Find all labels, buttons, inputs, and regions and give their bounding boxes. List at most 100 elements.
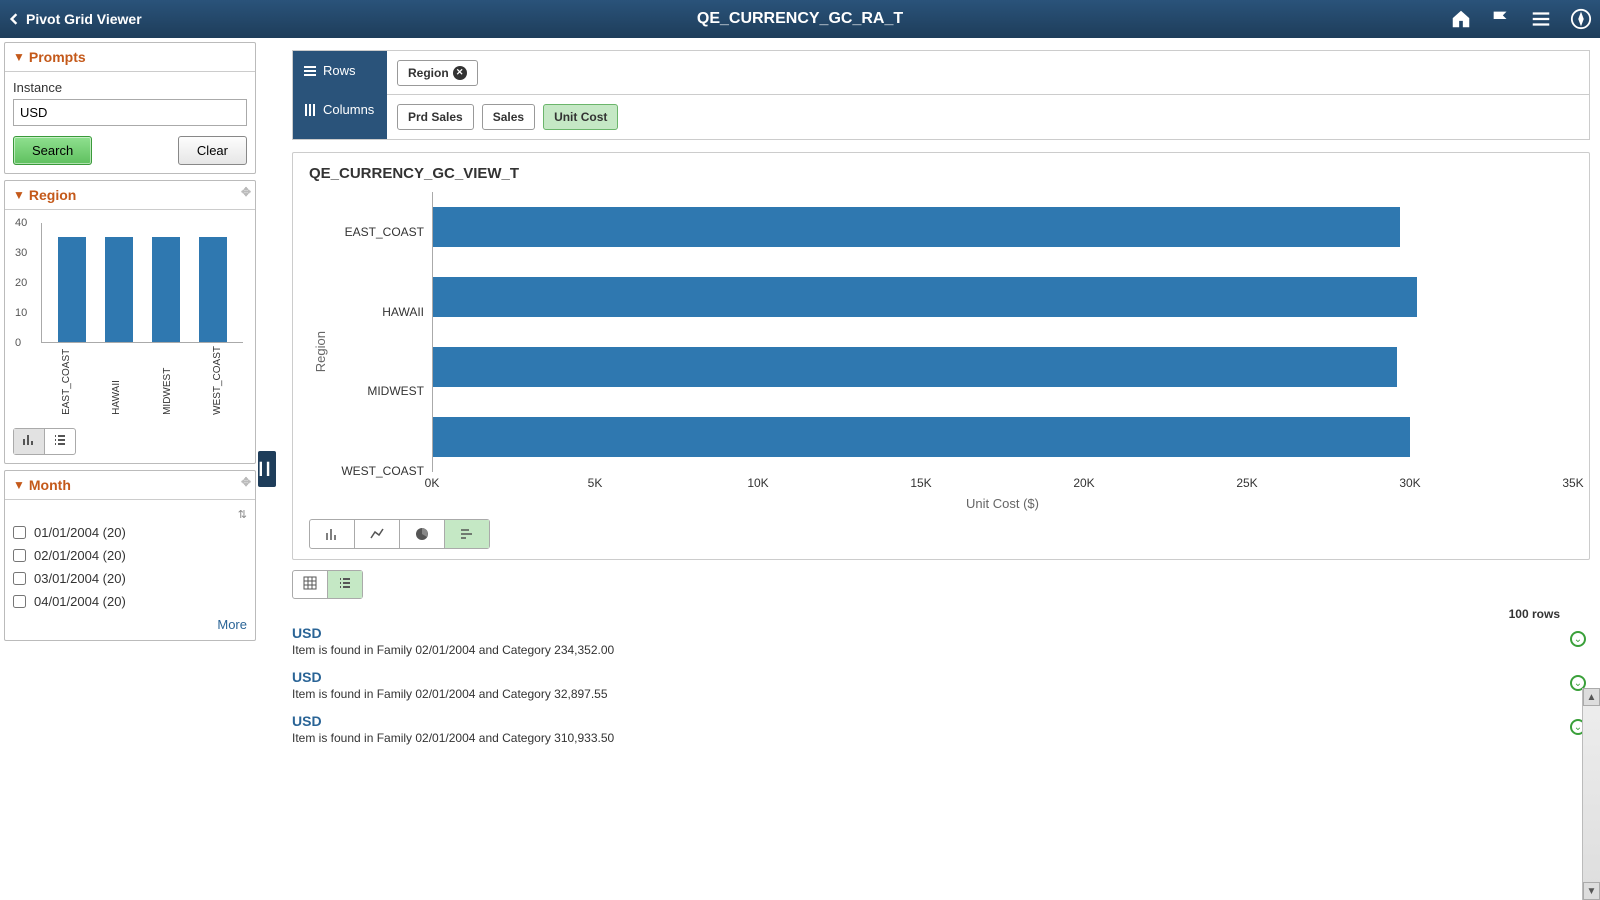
chip-label: Region — [408, 66, 449, 80]
sort-icon[interactable]: ⇅ — [13, 508, 247, 521]
results-grid-view[interactable] — [293, 571, 328, 598]
result-title-link[interactable]: USD — [292, 669, 1560, 685]
back-button[interactable]: Pivot Grid Viewer — [8, 11, 142, 27]
mini-chart-list-btn[interactable] — [45, 429, 75, 454]
column-chip[interactable]: Unit Cost — [543, 104, 618, 130]
month-checkbox-row[interactable]: 03/01/2004 (20) — [13, 567, 247, 590]
result-expand-icon[interactable]: ⌄ — [1570, 631, 1586, 647]
result-row: USD Item is found in Family 02/01/2004 an… — [292, 621, 1590, 665]
search-button[interactable]: Search — [13, 136, 92, 165]
clear-button[interactable]: Clear — [178, 136, 247, 165]
menu-icon[interactable] — [1530, 8, 1552, 30]
top-bar: Pivot Grid Viewer QE_CURRENCY_GC_RA_T — [0, 0, 1600, 38]
mini-chart-toggle — [13, 428, 76, 455]
main-chart-card: QE_CURRENCY_GC_VIEW_T Region EAST_COASTH… — [292, 152, 1590, 560]
chart-x-tick: 0K — [425, 476, 440, 490]
chart-bar[interactable] — [433, 417, 1410, 457]
chart-bar[interactable] — [433, 207, 1400, 247]
scroll-down-icon[interactable]: ▼ — [1583, 882, 1600, 900]
chart-category-label: MIDWEST — [332, 360, 424, 422]
column-chip[interactable]: Prd Sales — [397, 104, 474, 130]
mini-y-tick: 0 — [15, 337, 21, 349]
region-mini-chart: 403020100 EAST_COASTHAWAIIMIDWESTWEST_CO… — [13, 218, 247, 358]
chart-y-axis-label: Region — [309, 331, 332, 372]
mini-y-tick: 10 — [15, 307, 27, 319]
results-scrollbar[interactable]: ▲ ▼ — [1582, 688, 1600, 900]
rows-icon — [303, 64, 317, 78]
chart-x-tick: 20K — [1073, 476, 1094, 490]
chart-type-hbar[interactable] — [445, 520, 489, 548]
month-checkbox-row[interactable]: 01/01/2004 (20) — [13, 521, 247, 544]
mini-y-tick: 40 — [15, 217, 27, 229]
result-description: Item is found in Family 02/01/2004 and C… — [292, 731, 1560, 745]
month-panel: ▼ Month ✥ ⇅ 01/01/2004 (20)02/01/2004 (2… — [4, 470, 256, 641]
caret-down-icon: ▼ — [13, 478, 25, 492]
result-title-link[interactable]: USD — [292, 625, 1560, 641]
month-more-link[interactable]: More — [13, 613, 247, 632]
result-description: Item is found in Family 02/01/2004 and C… — [292, 687, 1560, 701]
column-chip[interactable]: Sales — [482, 104, 535, 130]
chip-remove-icon[interactable]: ✕ — [453, 66, 467, 80]
dimension-selector: Rows Columns Region ✕ Prd Sales Sales Unit … — [292, 50, 1590, 140]
chart-x-tick: 15K — [910, 476, 931, 490]
chart-bar[interactable] — [433, 347, 1397, 387]
sidebar: ▼ Prompts Instance Search Clear ▼ Region… — [0, 38, 260, 900]
results-list-view[interactable] — [328, 571, 362, 598]
results-view-toggle — [292, 570, 363, 599]
chevron-left-icon — [8, 13, 20, 25]
month-label: 03/01/2004 (20) — [34, 571, 126, 586]
move-icon[interactable]: ✥ — [241, 475, 251, 489]
region-header[interactable]: ▼ Region ✥ — [5, 181, 255, 210]
sidebar-collapse-button[interactable]: ▎▎ — [258, 451, 276, 487]
chart-x-tick: 30K — [1399, 476, 1420, 490]
month-header[interactable]: ▼ Month ✥ — [5, 471, 255, 500]
mini-bar[interactable] — [152, 237, 180, 342]
mini-bar[interactable] — [105, 237, 133, 342]
instance-input[interactable] — [13, 99, 247, 126]
compass-icon[interactable] — [1570, 8, 1592, 30]
chart-type-pie[interactable] — [400, 520, 445, 548]
chart-bar[interactable] — [433, 277, 1417, 317]
chart-type-vbar[interactable] — [310, 520, 355, 548]
mini-y-tick: 30 — [15, 247, 27, 259]
row-count-label: 100 rows — [292, 607, 1590, 621]
result-row: USD Item is found in Family 02/01/2004 an… — [292, 709, 1590, 753]
month-label: 04/01/2004 (20) — [34, 594, 126, 609]
mini-chart-bar-btn[interactable] — [14, 429, 45, 454]
prompts-header[interactable]: ▼ Prompts — [5, 43, 255, 72]
month-checkbox[interactable] — [13, 526, 26, 539]
month-checkbox-row[interactable]: 02/01/2004 (20) — [13, 544, 247, 567]
region-panel: ▼ Region ✥ 403020100 EAST_COASTHAWAIIMID… — [4, 180, 256, 464]
result-title-link[interactable]: USD — [292, 713, 1560, 729]
month-checkbox[interactable] — [13, 572, 26, 585]
month-checkbox[interactable] — [13, 595, 26, 608]
mini-bar[interactable] — [58, 237, 86, 342]
columns-tab[interactable]: Columns — [293, 90, 387, 129]
month-checkbox-row[interactable]: 04/01/2004 (20) — [13, 590, 247, 613]
row-chip[interactable]: Region ✕ — [397, 60, 478, 86]
scroll-up-icon[interactable]: ▲ — [1583, 688, 1600, 706]
home-icon[interactable] — [1450, 8, 1472, 30]
flag-icon[interactable] — [1490, 8, 1512, 30]
columns-icon — [303, 103, 317, 117]
back-label: Pivot Grid Viewer — [26, 11, 142, 27]
chart-x-axis-label: Unit Cost ($) — [432, 496, 1573, 511]
mini-x-label: WEST_COAST — [212, 346, 223, 415]
result-row: USD Item is found in Family 02/01/2004 an… — [292, 665, 1590, 709]
chart-x-tick: 35K — [1562, 476, 1583, 490]
month-checkbox[interactable] — [13, 549, 26, 562]
main-content: Rows Columns Region ✕ Prd Sales Sales Unit … — [276, 38, 1600, 900]
chart-category-label: WEST_COAST — [332, 440, 424, 502]
chart-type-line[interactable] — [355, 520, 400, 548]
mini-x-label: MIDWEST — [162, 346, 173, 415]
move-icon[interactable]: ✥ — [241, 185, 251, 199]
mini-bar[interactable] — [199, 237, 227, 342]
instance-label: Instance — [13, 80, 247, 95]
chart-x-tick: 5K — [588, 476, 603, 490]
chart-type-toggle — [309, 519, 490, 549]
result-description: Item is found in Family 02/01/2004 and C… — [292, 643, 1560, 657]
caret-down-icon: ▼ — [13, 188, 25, 202]
rows-tab[interactable]: Rows — [293, 51, 387, 90]
chart-title: QE_CURRENCY_GC_VIEW_T — [309, 165, 1573, 182]
mini-x-label: EAST_COAST — [61, 346, 72, 415]
